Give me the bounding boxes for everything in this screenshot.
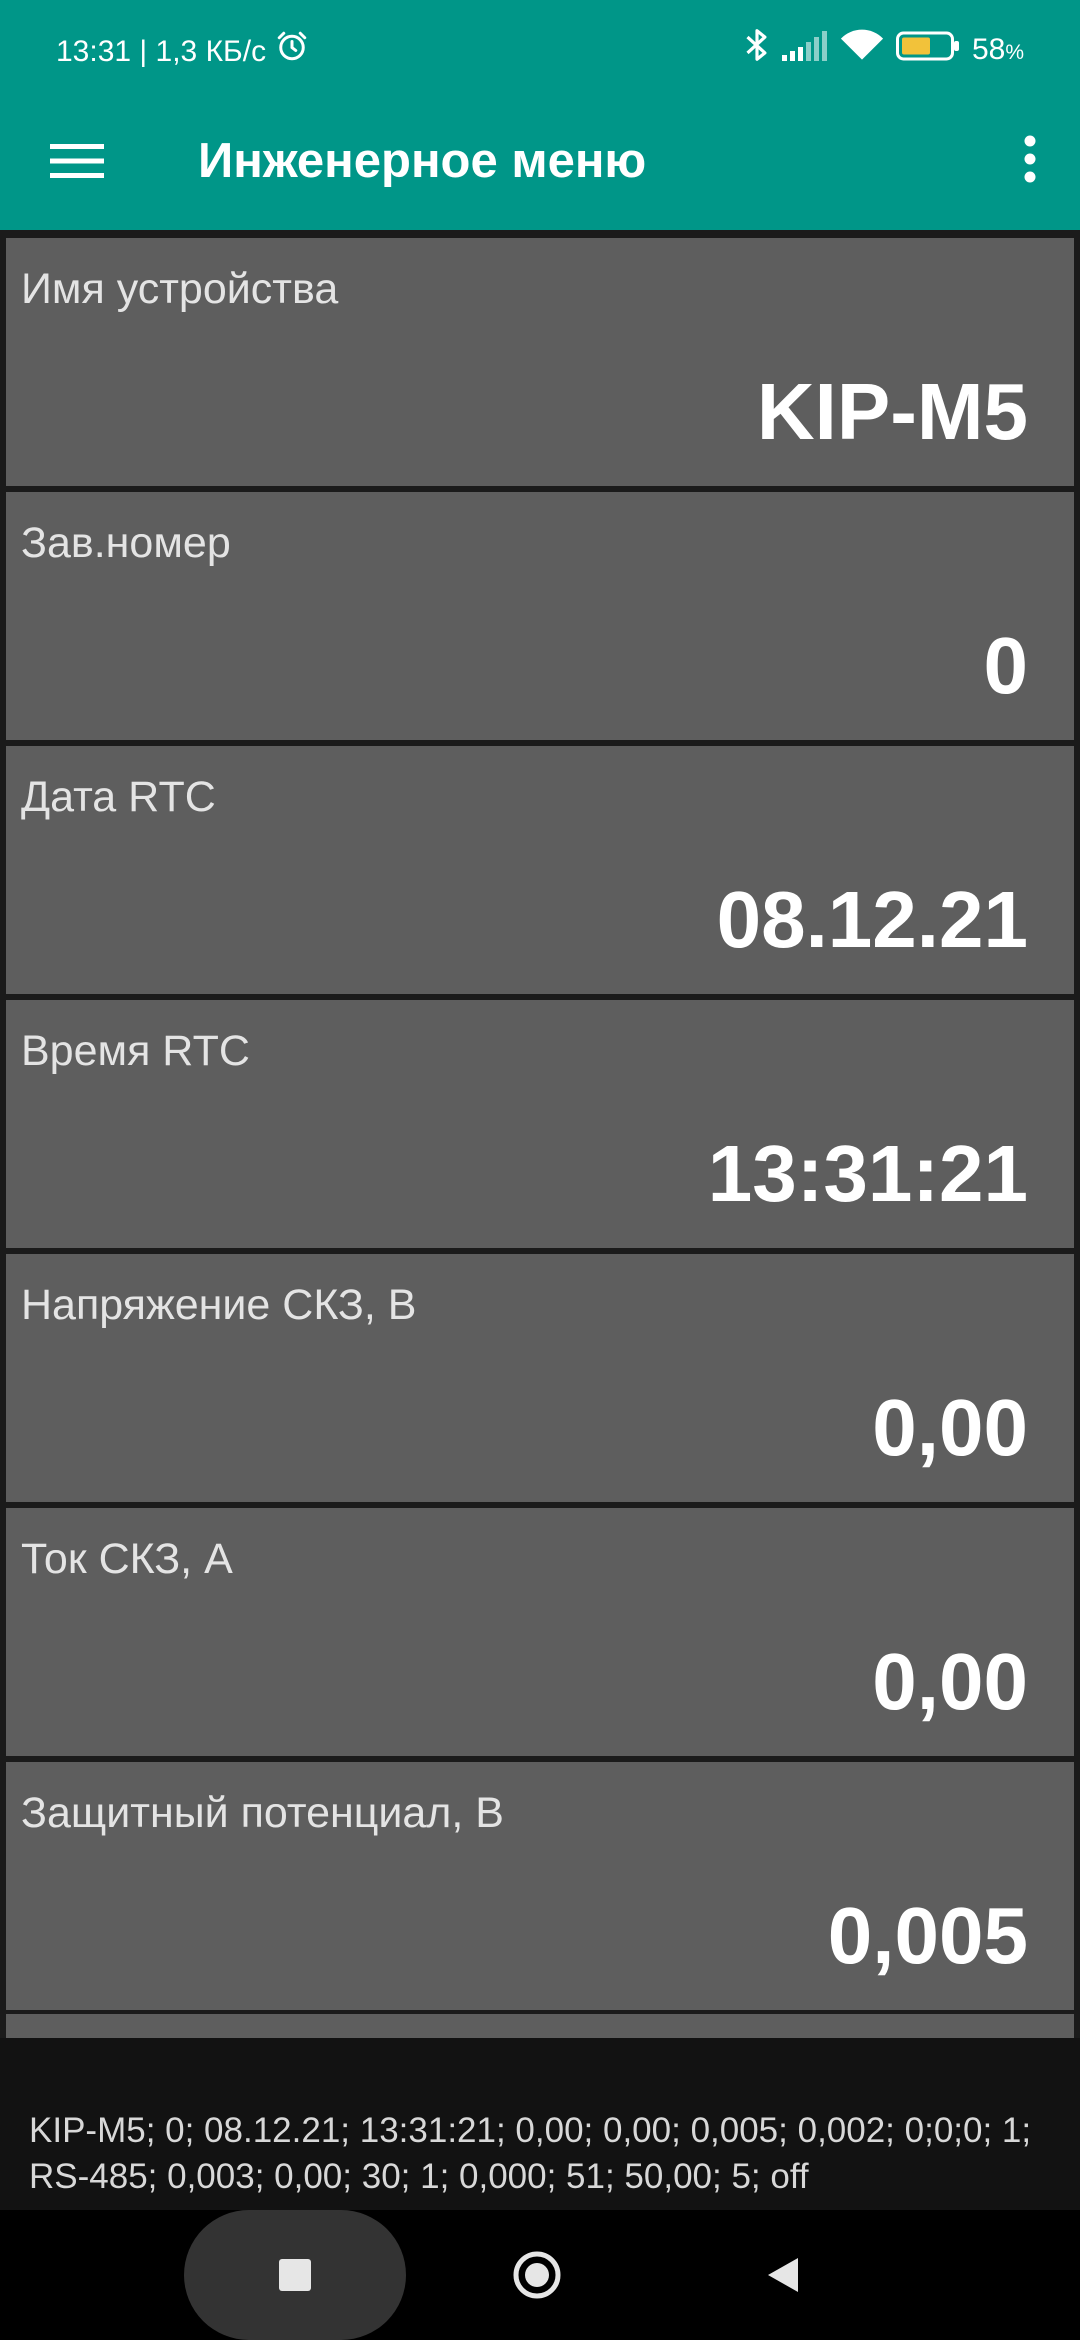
- list-item-protective-potential[interactable]: Защитный потенциал, В 0,005: [6, 1762, 1074, 2010]
- summary-text: KIP-M5; 0; 08.12.21; 13:31:21; 0,00; 0,0…: [29, 2111, 1032, 2196]
- battery-icon: [895, 30, 960, 74]
- battery-percent: 58%: [972, 28, 1024, 75]
- recents-icon: [279, 2259, 311, 2291]
- status-time-speed: 13:31 | 1,3 КБ/с: [56, 34, 267, 68]
- item-label: Зав.номер: [21, 519, 231, 567]
- list-item-skz-current[interactable]: Ток СКЗ, А 0,00: [6, 1508, 1074, 1756]
- navigation-bar: [0, 2210, 1080, 2340]
- hamburger-menu-icon: [50, 141, 104, 186]
- item-label: Ток СКЗ, А: [21, 1535, 233, 1583]
- list-item-device-name[interactable]: Имя устройства KIP-M5: [6, 238, 1074, 486]
- list-item-rtc-date[interactable]: Дата RTC 08.12.21: [6, 746, 1074, 994]
- list-item-skz-voltage[interactable]: Напряжение СКЗ, В 0,00: [6, 1254, 1074, 1502]
- home-button[interactable]: [512, 2250, 562, 2300]
- item-label: Дата RTC: [21, 773, 216, 821]
- bluetooth-icon: [744, 26, 770, 77]
- status-left: 13:31 | 1,3 КБ/с: [56, 28, 310, 75]
- item-label: Защитный потенциал, В: [21, 1789, 504, 1837]
- summary-panel: KIP-M5; 0; 08.12.21; 13:31:21; 0,00; 0,0…: [0, 2038, 1080, 2210]
- menu-button[interactable]: [44, 130, 110, 196]
- recents-button[interactable]: [184, 2210, 406, 2340]
- page-title: Инженерное меню: [198, 134, 647, 188]
- item-value: 0,005: [827, 1891, 1028, 1980]
- back-icon: [758, 2258, 808, 2304]
- item-value: KIP-M5: [756, 367, 1028, 456]
- item-value: 13:31:21: [707, 1129, 1028, 1218]
- more-vert-icon: [1023, 134, 1037, 189]
- back-button[interactable]: [758, 2250, 808, 2300]
- home-icon: [512, 2251, 562, 2304]
- wifi-icon: [840, 28, 884, 75]
- item-label: Имя устройства: [21, 265, 339, 313]
- item-label: Время RTC: [21, 1027, 250, 1075]
- battery-percent-value: 58: [971, 33, 1006, 66]
- overflow-menu-button[interactable]: [1000, 126, 1060, 196]
- list-item-rtc-time[interactable]: Время RTC 13:31:21: [6, 1000, 1074, 1248]
- status-right: 58%: [732, 26, 1024, 77]
- app-bar: Инженерное меню: [0, 96, 1080, 230]
- item-value: 08.12.21: [716, 875, 1028, 964]
- alarm-icon: [274, 28, 310, 75]
- item-value: 0: [983, 621, 1029, 710]
- item-value: 0,00: [872, 1637, 1028, 1726]
- list-item-serial-number[interactable]: Зав.номер 0: [6, 492, 1074, 740]
- item-value: 0,00: [872, 1383, 1028, 1472]
- battery-percent-sign: %: [1005, 41, 1024, 64]
- item-label: Напряжение СКЗ, В: [21, 1281, 417, 1329]
- status-bar: 13:31 | 1,3 КБ/с 58%: [0, 0, 1080, 96]
- list-item-partial[interactable]: [6, 2014, 1074, 2038]
- parameter-list[interactable]: Имя устройства KIP-M5 Зав.номер 0 Дата R…: [0, 230, 1080, 2038]
- signal-icon: [781, 30, 828, 74]
